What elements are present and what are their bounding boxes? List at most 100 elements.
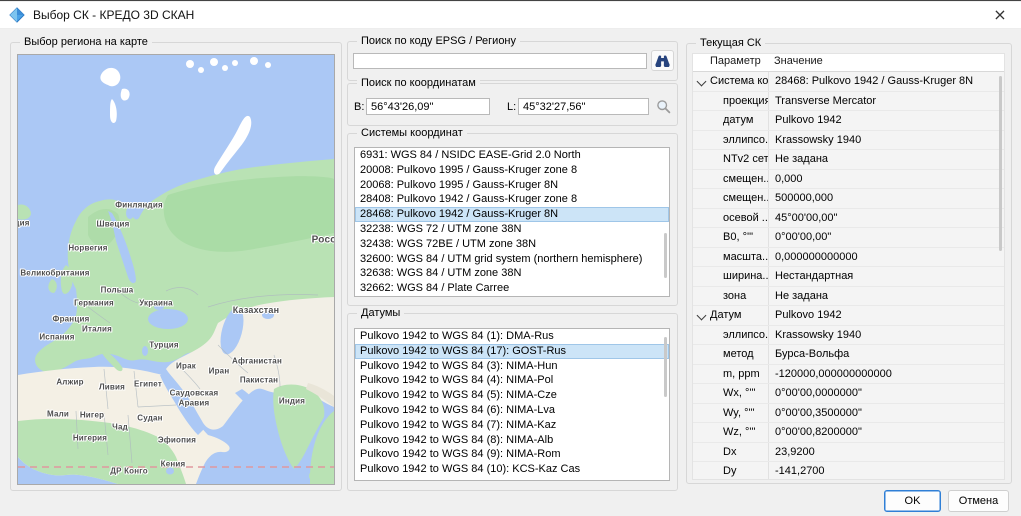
datums-list[interactable]: Pulkovo 1942 to WGS 84 (1): DMA-RusPulko… <box>354 328 670 481</box>
map-country-label: Ливия <box>99 383 125 392</box>
map-country-label: Италия <box>82 325 112 334</box>
datum-item[interactable]: Pulkovo 1942 to WGS 84 (1): DMA-Rus <box>355 329 669 344</box>
table-row[interactable]: датум Pulkovo 1942 <box>693 111 1004 131</box>
table-row[interactable]: смещен... 0,000 <box>693 170 1004 190</box>
param-cell: ширина... <box>723 270 768 282</box>
table-row[interactable]: зона Не задана <box>693 287 1004 307</box>
map-group: Выбор региона на карте <box>10 42 342 491</box>
ok-button[interactable]: OK <box>884 490 941 512</box>
map-country-label: Франция <box>53 315 90 324</box>
param-cell: Dx <box>723 446 768 458</box>
map-country-label: Россия <box>312 235 335 246</box>
value-cell: 0,000 <box>768 170 1004 189</box>
value-cell: Pulkovo 1942 <box>768 306 1004 325</box>
datum-item[interactable]: Pulkovo 1942 to WGS 84 (4): NIMA-Pol <box>355 373 669 388</box>
epsg-search-button[interactable] <box>651 50 674 71</box>
close-icon[interactable]: × <box>985 2 1015 28</box>
table-row[interactable]: Dy -141,2700 <box>693 462 1004 480</box>
map-country-label: Казахстан <box>233 305 280 315</box>
cancel-button[interactable]: Отмена <box>948 490 1009 512</box>
coordinate-system-item[interactable]: 20068: Pulkovo 1995 / Gauss-Kruger 8N <box>355 178 669 193</box>
region-map[interactable]: ФинляндиядияШвецияНорвегияРоссияВеликобр… <box>17 54 335 485</box>
table-row[interactable]: ширина... Нестандартная <box>693 267 1004 287</box>
table-row[interactable]: Wy, °'" 0°00'00,3500000" <box>693 404 1004 424</box>
table-row[interactable]: Wx, °'" 0°00'00,0000000" <box>693 384 1004 404</box>
value-cell: 45°00'00,00" <box>768 209 1004 228</box>
table-row[interactable]: масшта... 0,000000000000 <box>693 248 1004 268</box>
value-cell: 0°00'00,8200000" <box>768 423 1004 442</box>
param-cell: эллипсо... <box>723 329 768 341</box>
table-row[interactable]: осевой ... 45°00'00,00" <box>693 209 1004 229</box>
map-country-label: Кения <box>161 460 186 469</box>
coordinate-system-item[interactable]: 32238: WGS 72 / UTM zone 38N <box>355 222 669 237</box>
param-cell: Dy <box>723 465 768 477</box>
table-scrollbar[interactable] <box>999 76 1002 251</box>
coordinate-system-item[interactable]: 28408: Pulkovo 1942 / Gauss-Kruger zone … <box>355 192 669 207</box>
datum-item[interactable]: Pulkovo 1942 to WGS 84 (10): KCS-Kaz Cas <box>355 462 669 477</box>
coordinate-system-dialog: Выбор СК - КРЕДО 3D СКАН × Выбор региона… <box>0 0 1021 516</box>
datum-item[interactable]: Pulkovo 1942 to WGS 84 (5): NIMA-Cze <box>355 388 669 403</box>
param-column-header: Параметр <box>710 55 761 67</box>
expand-chevron-icon[interactable] <box>697 311 707 321</box>
current-cs-table[interactable]: Параметр Значение Система ко... 28468: P… <box>692 53 1005 480</box>
map-country-label: Германия <box>74 299 114 308</box>
table-row[interactable]: m, ppm -120000,000000000000 <box>693 365 1004 385</box>
map-country-label: Финляндия <box>115 201 163 210</box>
param-cell: Система ко... <box>710 75 768 87</box>
table-row[interactable]: B0, °'" 0°00'00,00" <box>693 228 1004 248</box>
param-cell: Wz, °'" <box>723 426 768 438</box>
datum-item[interactable]: Pulkovo 1942 to WGS 84 (17): GOST-Rus <box>355 344 669 359</box>
value-cell: -141,2700 <box>768 462 1004 480</box>
epsg-search-label: Поиск по коду EPSG / Региону <box>357 34 520 48</box>
map-country-label: Чад <box>112 423 128 432</box>
coordinate-system-item[interactable]: 28468: Pulkovo 1942 / Gauss-Kruger 8N <box>355 207 669 222</box>
coordinate-system-item[interactable]: 32600: WGS 84 / UTM grid system (norther… <box>355 252 669 267</box>
latitude-input[interactable] <box>366 98 490 115</box>
coordinate-systems-label: Системы координат <box>357 126 467 140</box>
datum-item[interactable]: Pulkovo 1942 to WGS 84 (3): NIMA-Hun <box>355 359 669 374</box>
map-country-label: Турция <box>149 341 179 350</box>
coordinate-systems-list[interactable]: 6931: WGS 84 / NSIDC EASE-Grid 2.0 North… <box>354 147 670 297</box>
coordinate-system-item[interactable]: 32438: WGS 72BE / UTM zone 38N <box>355 237 669 252</box>
map-country-label: Ирак <box>176 362 196 371</box>
table-row[interactable]: Dx 23,9200 <box>693 443 1004 463</box>
table-row[interactable]: метод Бурса-Вольфа <box>693 345 1004 365</box>
table-row[interactable]: смещен... 500000,000 <box>693 189 1004 209</box>
epsg-search-input[interactable] <box>353 53 647 69</box>
table-row[interactable]: Система ко... 28468: Pulkovo 1942 / Gaus… <box>693 72 1004 92</box>
coordinate-system-item[interactable]: 32662: WGS 84 / Plate Carree <box>355 281 669 296</box>
cs-list-scrollbar[interactable] <box>664 233 667 278</box>
longitude-input[interactable] <box>518 98 649 115</box>
table-row[interactable]: эллипсо... Krassowsky 1940 <box>693 326 1004 346</box>
datums-list-scrollbar[interactable] <box>664 337 667 397</box>
datum-item[interactable]: Pulkovo 1942 to WGS 84 (8): NIMA-Alb <box>355 433 669 448</box>
table-row[interactable]: Датум Pulkovo 1942 <box>693 306 1004 326</box>
datums-label: Датумы <box>357 306 404 320</box>
table-row[interactable]: проекция Transverse Mercator <box>693 92 1004 112</box>
coordinate-system-item[interactable]: 32638: WGS 84 / UTM zone 38N <box>355 266 669 281</box>
datum-item[interactable]: Pulkovo 1942 to WGS 84 (7): NIMA-Kaz <box>355 418 669 433</box>
map-country-label: ДР Конго <box>110 467 148 476</box>
expand-chevron-icon[interactable] <box>697 77 707 87</box>
map-country-label: Пакистан <box>240 376 278 385</box>
epsg-search-group: Поиск по коду EPSG / Региону <box>347 41 678 81</box>
coordinate-system-item[interactable]: 6931: WGS 84 / NSIDC EASE-Grid 2.0 North <box>355 148 669 163</box>
table-row[interactable]: NTv2 сет... Не задана <box>693 150 1004 170</box>
param-cell: зона <box>723 290 768 302</box>
value-cell: Transverse Mercator <box>768 92 1004 111</box>
map-country-label: Мали <box>47 410 69 419</box>
param-cell: смещен... <box>723 173 768 185</box>
value-cell: 23,9200 <box>768 443 1004 462</box>
map-country-label: Судан <box>137 414 162 423</box>
param-cell: Wx, °'" <box>723 387 768 399</box>
datum-item[interactable]: Pulkovo 1942 to WGS 84 (6): NIMA-Lva <box>355 403 669 418</box>
param-cell: NTv2 сет... <box>723 153 768 165</box>
coordinate-system-item[interactable]: 20008: Pulkovo 1995 / Gauss-Kruger zone … <box>355 163 669 178</box>
value-cell: Нестандартная <box>768 267 1004 286</box>
table-row[interactable]: эллипсо... Krassowsky 1940 <box>693 131 1004 151</box>
map-country-label: Индия <box>279 397 305 406</box>
coord-search-button[interactable] <box>652 96 674 117</box>
datum-item[interactable]: Pulkovo 1942 to WGS 84 (9): NIMA-Rom <box>355 447 669 462</box>
table-row[interactable]: Wz, °'" 0°00'00,8200000" <box>693 423 1004 443</box>
map-country-label: Норвегия <box>68 244 107 253</box>
